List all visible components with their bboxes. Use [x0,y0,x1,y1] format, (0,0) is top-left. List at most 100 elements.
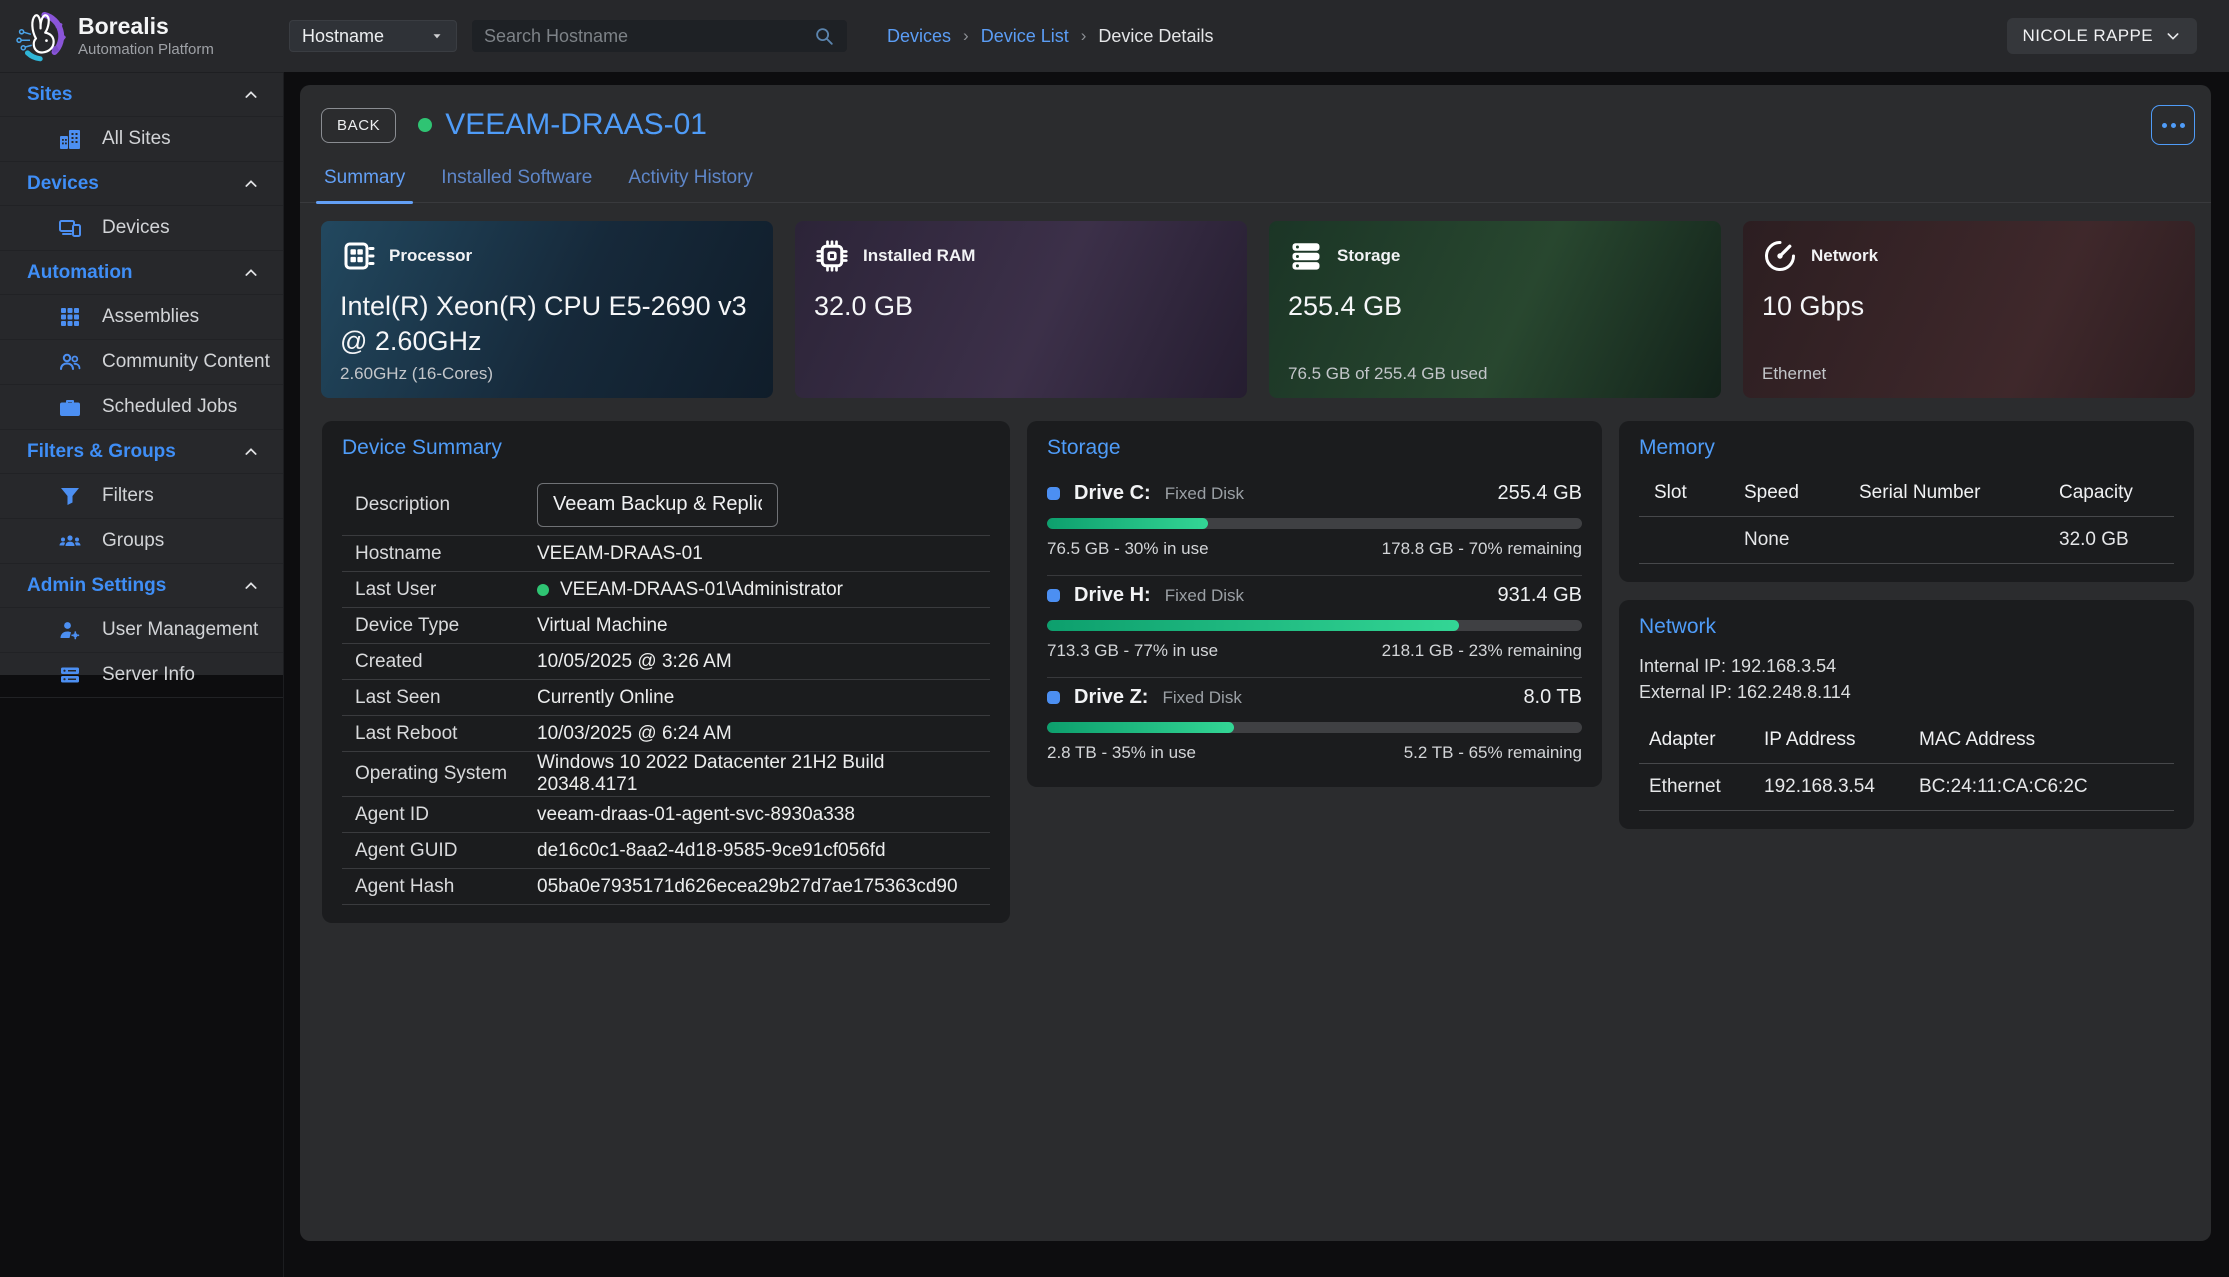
drive-bullet-icon [1047,691,1060,704]
sidebar-item-groups[interactable]: Groups [0,519,283,564]
tab-installed-software[interactable]: Installed Software [439,161,594,202]
processor-value: Intel(R) Xeon(R) CPU E5-2690 v3 @ 2.60GH… [340,289,754,358]
chevron-up-icon [243,87,259,103]
sidebar-item-label: Server Info [102,664,195,686]
drive-row-c: Drive C: Fixed Disk 255.4 GB 76.5 GB - 3… [1047,474,1582,576]
sidebar-item-devices[interactable]: Devices [0,206,283,251]
sidebar-item-assemblies[interactable]: Assemblies [0,295,283,340]
user-name: NICOLE RAPPE [2023,26,2153,46]
tab-summary[interactable]: Summary [322,161,407,202]
sidebar: Sites All Sites Devices Devices Automati… [0,72,283,675]
tab-activity-history[interactable]: Activity History [626,161,755,202]
grid-icon [58,305,82,329]
search-input[interactable] [484,26,813,47]
sidebar-section-filters-groups[interactable]: Filters & Groups [0,430,283,474]
breadcrumb: Devices › Device List › Device Details [887,26,1213,47]
drive-usage-fill [1047,620,1459,631]
summary-row-label: Last User [355,579,537,601]
borealis-logo-icon [14,9,68,63]
sidebar-section-label: Sites [27,84,72,106]
brand-name: Borealis [78,14,214,39]
sidebar-section-sites[interactable]: Sites [0,73,283,117]
device-title-wrap: VEEAM-DRAAS-01 [418,108,707,142]
network-icon [1762,238,1798,274]
sidebar-item-label: Community Content [102,351,270,373]
device-summary-panel: Device Summary Description Hostname VEEA… [322,421,1010,923]
memory-speed-value: None [1744,517,1859,563]
sidebar-item-label: Devices [102,217,170,239]
groups-icon [58,529,82,553]
panel-title: Network [1639,615,2174,639]
search-icon[interactable] [813,25,835,47]
drive-name: Drive Z: [1074,686,1148,709]
drive-type: Fixed Disk [1165,484,1244,504]
briefcase-icon [58,395,82,419]
filter-icon [58,484,82,508]
cpu-icon [340,238,376,274]
summary-row-last-user: Last User VEEAM-DRAAS-01\Administrator [342,572,990,608]
drive-type: Fixed Disk [1162,688,1241,708]
summary-row-label: Operating System [355,763,537,785]
drive-name: Drive C: [1074,482,1151,505]
stat-card-label: Network [1811,246,1878,266]
drive-row-h: Drive H: Fixed Disk 931.4 GB 713.3 GB - … [1047,576,1582,678]
memory-col-serial: Serial Number [1859,474,2059,516]
sidebar-item-user-management[interactable]: User Management [0,608,283,653]
sidebar-section-label: Automation [27,262,133,284]
sidebar-section-label: Admin Settings [27,575,166,597]
breadcrumb-separator: › [963,26,969,46]
brand: Borealis Automation Platform [0,9,283,63]
sidebar-item-scheduled-jobs[interactable]: Scheduled Jobs [0,385,283,430]
sidebar-section-automation[interactable]: Automation [0,251,283,295]
sidebar-section-label: Filters & Groups [27,441,176,463]
breadcrumb-devices[interactable]: Devices [887,26,951,47]
detail-panels: Device Summary Description Hostname VEEA… [300,398,2211,923]
sidebar-section-devices[interactable]: Devices [0,162,283,206]
server-icon [58,663,82,687]
drive-size: 931.4 GB [1497,584,1582,607]
drive-usage-fill [1047,722,1234,733]
storage-footer: 76.5 GB of 255.4 GB used [1288,364,1487,384]
user-gear-icon [58,618,82,642]
memory-col-capacity: Capacity [2059,474,2174,516]
sidebar-item-filters[interactable]: Filters [0,474,283,519]
network-col-mac: MAC Address [1919,721,2174,763]
sidebar-item-community-content[interactable]: Community Content [0,340,283,385]
summary-row-hostname: Hostname VEEAM-DRAAS-01 [342,536,990,572]
memory-table-header: Slot Speed Serial Number Capacity [1639,474,2174,516]
storage-card: Storage 255.4 GB 76.5 GB of 255.4 GB use… [1269,221,1721,398]
device-title: VEEAM-DRAAS-01 [445,108,707,142]
community-icon [58,350,82,374]
drive-usage-bar [1047,722,1582,733]
sidebar-section-admin-settings[interactable]: Admin Settings [0,564,283,608]
description-input[interactable] [537,483,778,527]
drive-used-label: 713.3 GB - 77% in use [1047,641,1218,661]
dot-icon [2180,123,2185,128]
storage-value: 255.4 GB [1288,289,1702,324]
stat-card-label: Installed RAM [863,246,975,266]
device-tabs: Summary Installed Software Activity Hist… [300,151,2211,203]
summary-row-agent-hash: Agent Hash 05ba0e7935171d626ecea29b27d7a… [342,869,990,905]
drive-remaining-label: 218.1 GB - 23% remaining [1382,641,1582,661]
more-options-button[interactable] [2151,105,2195,145]
summary-row-label: Description [355,494,537,516]
sidebar-section-label: Devices [27,173,99,195]
back-button[interactable]: BACK [321,108,396,143]
dot-icon [2171,123,2176,128]
memory-serial-value [1859,528,2059,552]
drive-used-label: 76.5 GB - 30% in use [1047,539,1209,559]
drive-row-z: Drive Z: Fixed Disk 8.0 TB 2.8 TB - 35% … [1047,678,1582,769]
summary-row-created: Created 10/05/2025 @ 3:26 AM [342,644,990,680]
user-menu-button[interactable]: NICOLE RAPPE [2007,18,2197,54]
network-value: 10 Gbps [1762,289,2176,324]
drive-used-label: 2.8 TB - 35% in use [1047,743,1196,763]
drive-size: 255.4 GB [1497,482,1582,505]
search-field-select[interactable]: Hostname [289,20,457,52]
network-col-ip: IP Address [1764,721,1919,763]
breadcrumb-device-list[interactable]: Device List [981,26,1069,47]
breadcrumb-device-details: Device Details [1098,26,1213,47]
network-ips: Internal IP: 192.168.3.54 External IP: 1… [1639,653,2174,705]
sidebar-item-server-info[interactable]: Server Info [0,653,283,698]
sidebar-item-all-sites[interactable]: All Sites [0,117,283,162]
sidebar-item-label: All Sites [102,128,171,150]
